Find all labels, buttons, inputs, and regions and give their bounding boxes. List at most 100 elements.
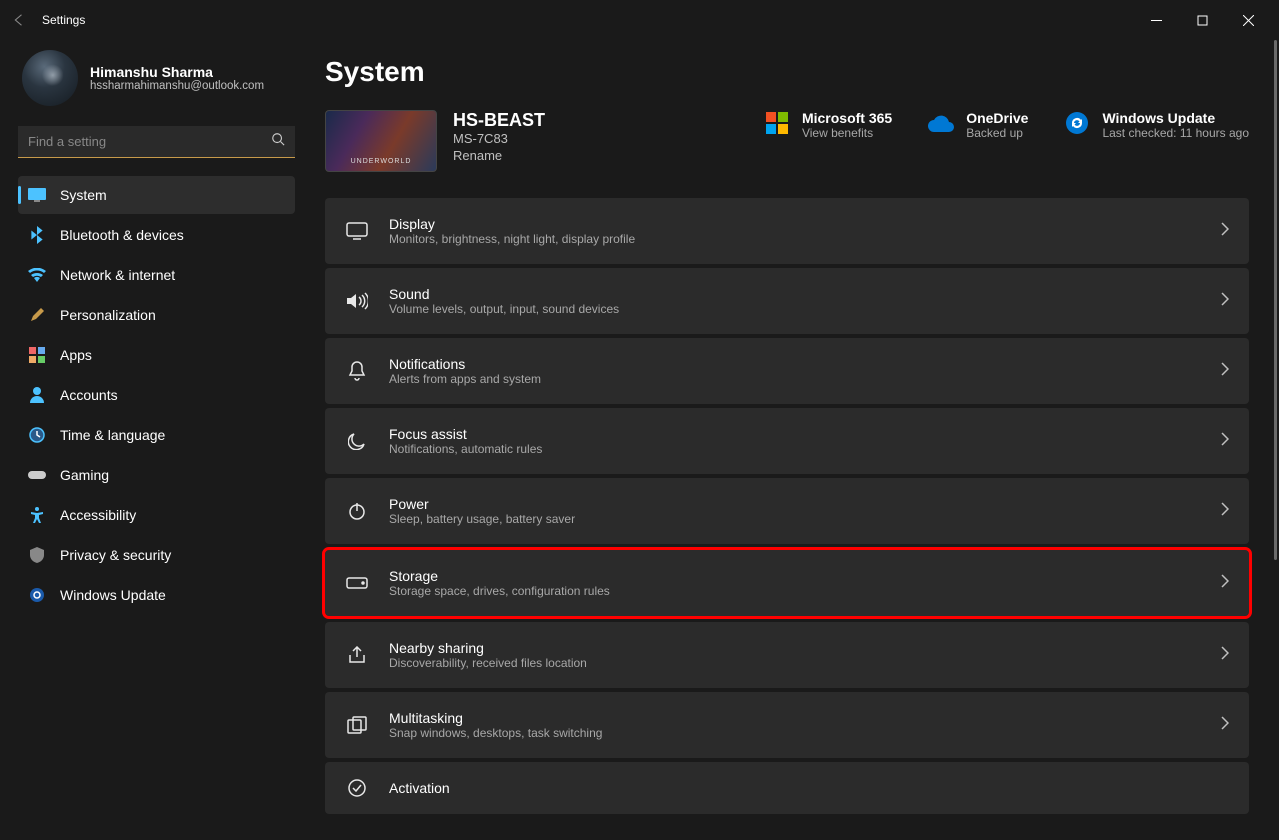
close-button[interactable] [1225,4,1271,36]
setting-sub: Monitors, brightness, night light, displ… [389,232,635,246]
scrollbar[interactable] [1269,40,1277,832]
cloud-title: Microsoft 365 [802,110,892,126]
m365-icon [764,110,790,136]
sidebar-item-accessibility[interactable]: Accessibility [18,496,295,534]
profile-email: hssharmahimanshu@outlook.com [90,80,264,92]
sound-icon [345,289,369,313]
sidebar-item-accounts[interactable]: Accounts [18,376,295,414]
setting-focus[interactable]: Focus assist Notifications, automatic ru… [325,408,1249,474]
nav: System Bluetooth & devices Network & int… [18,176,295,614]
storage-icon [345,571,369,595]
cloud-title: OneDrive [966,110,1028,126]
shield-icon [28,546,46,564]
cloud-title: Windows Update [1102,110,1249,126]
moon-icon [345,429,369,453]
sidebar-item-bluetooth[interactable]: Bluetooth & devices [18,216,295,254]
sidebar: Himanshu Sharma hssharmahimanshu@outlook… [0,40,305,840]
titlebar: Settings [0,0,1279,40]
setting-sub: Storage space, drives, configuration rul… [389,584,610,598]
setting-sub: Sleep, battery usage, battery saver [389,512,575,526]
sidebar-item-personalization[interactable]: Personalization [18,296,295,334]
sidebar-item-label: Personalization [60,307,156,323]
onedrive-icon [928,110,954,136]
chevron-right-icon [1221,432,1229,451]
setting-title: Display [389,216,635,232]
search-box[interactable] [18,126,295,158]
sidebar-item-system[interactable]: System [18,176,295,214]
person-icon [28,386,46,404]
bluetooth-icon [28,226,46,244]
setting-display[interactable]: Display Monitors, brightness, night ligh… [325,198,1249,264]
cloud-link-m365[interactable]: Microsoft 365 View benefits [764,110,892,140]
chevron-right-icon [1221,574,1229,593]
setting-title: Notifications [389,356,541,372]
setting-title: Power [389,496,575,512]
sidebar-item-label: Network & internet [60,267,175,283]
sidebar-item-label: Windows Update [60,587,166,603]
setting-power[interactable]: Power Sleep, battery usage, battery save… [325,478,1249,544]
share-icon [345,643,369,667]
sidebar-item-gaming[interactable]: Gaming [18,456,295,494]
cloud-sub: View benefits [802,126,892,140]
brush-icon [28,306,46,324]
apps-icon [28,346,46,364]
chevron-right-icon [1221,646,1229,665]
display-icon [345,219,369,243]
sidebar-item-label: System [60,187,107,203]
setting-nearby[interactable]: Nearby sharing Discoverability, received… [325,622,1249,688]
setting-activation[interactable]: Activation [325,762,1249,814]
window-title: Settings [42,13,85,27]
avatar [22,50,78,106]
profile-block[interactable]: Himanshu Sharma hssharmahimanshu@outlook… [18,50,295,106]
setting-title: Nearby sharing [389,640,587,656]
sidebar-item-network[interactable]: Network & internet [18,256,295,294]
settings-list: Display Monitors, brightness, night ligh… [325,198,1249,814]
setting-title: Multitasking [389,710,602,726]
setting-sound[interactable]: Sound Volume levels, output, input, soun… [325,268,1249,334]
accessibility-icon [28,506,46,524]
cloud-link-winupdate[interactable]: Windows Update Last checked: 11 hours ag… [1064,110,1249,140]
cloud-sub: Last checked: 11 hours ago [1102,126,1249,140]
sidebar-item-label: Time & language [60,427,165,443]
setting-title: Focus assist [389,426,542,442]
device-header: HS-BEAST MS-7C83 Rename Microsoft 365 Vi… [325,110,1249,172]
cloud-sub: Backed up [966,126,1028,140]
device-model: MS-7C83 [453,131,545,146]
sidebar-item-update[interactable]: Windows Update [18,576,295,614]
clock-icon [28,426,46,444]
setting-title: Sound [389,286,619,302]
setting-multitasking[interactable]: Multitasking Snap windows, desktops, tas… [325,692,1249,758]
device-thumbnail[interactable] [325,110,437,172]
sidebar-item-label: Bluetooth & devices [60,227,184,243]
cloud-link-onedrive[interactable]: OneDrive Backed up [928,110,1028,140]
back-button[interactable] [8,10,28,30]
setting-storage[interactable]: Storage Storage space, drives, configura… [325,550,1249,616]
sidebar-item-label: Accounts [60,387,118,403]
setting-notifications[interactable]: Notifications Alerts from apps and syste… [325,338,1249,404]
wifi-icon [28,266,46,284]
chevron-right-icon [1221,292,1229,311]
system-icon [28,186,46,204]
main-content: System HS-BEAST MS-7C83 Rename Microsoft… [305,40,1279,840]
setting-title: Storage [389,568,610,584]
setting-title: Activation [389,780,450,796]
bell-icon [345,359,369,383]
check-icon [345,776,369,800]
maximize-button[interactable] [1179,4,1225,36]
sidebar-item-time[interactable]: Time & language [18,416,295,454]
page-title: System [325,56,1249,88]
gaming-icon [28,466,46,484]
scrollbar-thumb[interactable] [1274,40,1277,560]
sidebar-item-privacy[interactable]: Privacy & security [18,536,295,574]
update-icon [28,586,46,604]
rename-link[interactable]: Rename [453,148,545,163]
setting-sub: Volume levels, output, input, sound devi… [389,302,619,316]
search-input[interactable] [28,134,271,149]
minimize-button[interactable] [1133,4,1179,36]
setting-sub: Notifications, automatic rules [389,442,542,456]
profile-name: Himanshu Sharma [90,64,264,80]
sidebar-item-label: Accessibility [60,507,136,523]
power-icon [345,499,369,523]
sidebar-item-label: Gaming [60,467,109,483]
sidebar-item-apps[interactable]: Apps [18,336,295,374]
